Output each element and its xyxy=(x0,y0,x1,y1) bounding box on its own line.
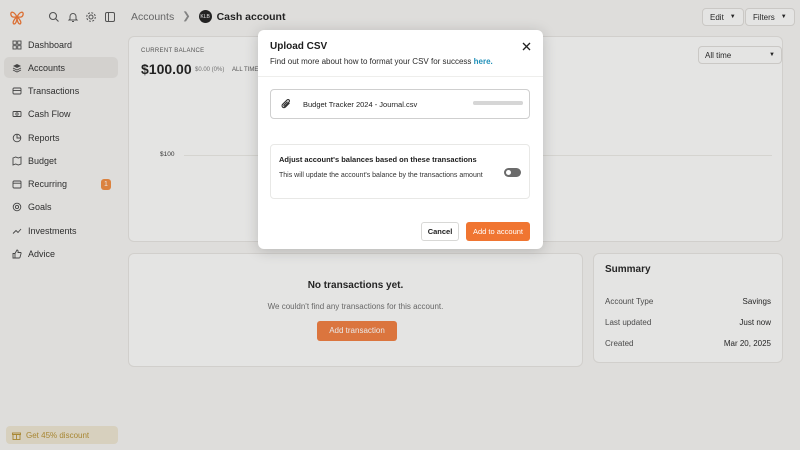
upload-progress-fill xyxy=(473,101,523,105)
format-help-link[interactable]: here. xyxy=(474,57,493,66)
toggle-knob xyxy=(506,170,511,175)
add-to-account-button[interactable]: Add to account xyxy=(466,222,530,241)
adjust-balance-description: This will update the account's balance b… xyxy=(279,172,483,179)
adjust-balance-title: Adjust account's balances based on these… xyxy=(279,155,477,164)
uploaded-file-item[interactable]: Budget Tracker 2024 - Journal.csv xyxy=(270,89,530,119)
dialog-title: Upload CSV xyxy=(270,41,328,52)
adjust-balance-option: Adjust account's balances based on these… xyxy=(270,144,530,199)
cancel-button[interactable]: Cancel xyxy=(421,222,459,241)
close-icon[interactable] xyxy=(522,42,531,51)
adjust-balance-toggle[interactable] xyxy=(504,168,521,177)
file-name: Budget Tracker 2024 - Journal.csv xyxy=(303,100,418,109)
upload-progress-bar xyxy=(473,101,523,105)
divider xyxy=(258,76,543,77)
dialog-subtitle-text: Find out more about how to format your C… xyxy=(270,57,472,66)
paperclip-icon xyxy=(281,99,290,109)
upload-csv-dialog: Upload CSV Find out more about how to fo… xyxy=(258,30,543,249)
dialog-subtitle: Find out more about how to format your C… xyxy=(270,57,493,66)
